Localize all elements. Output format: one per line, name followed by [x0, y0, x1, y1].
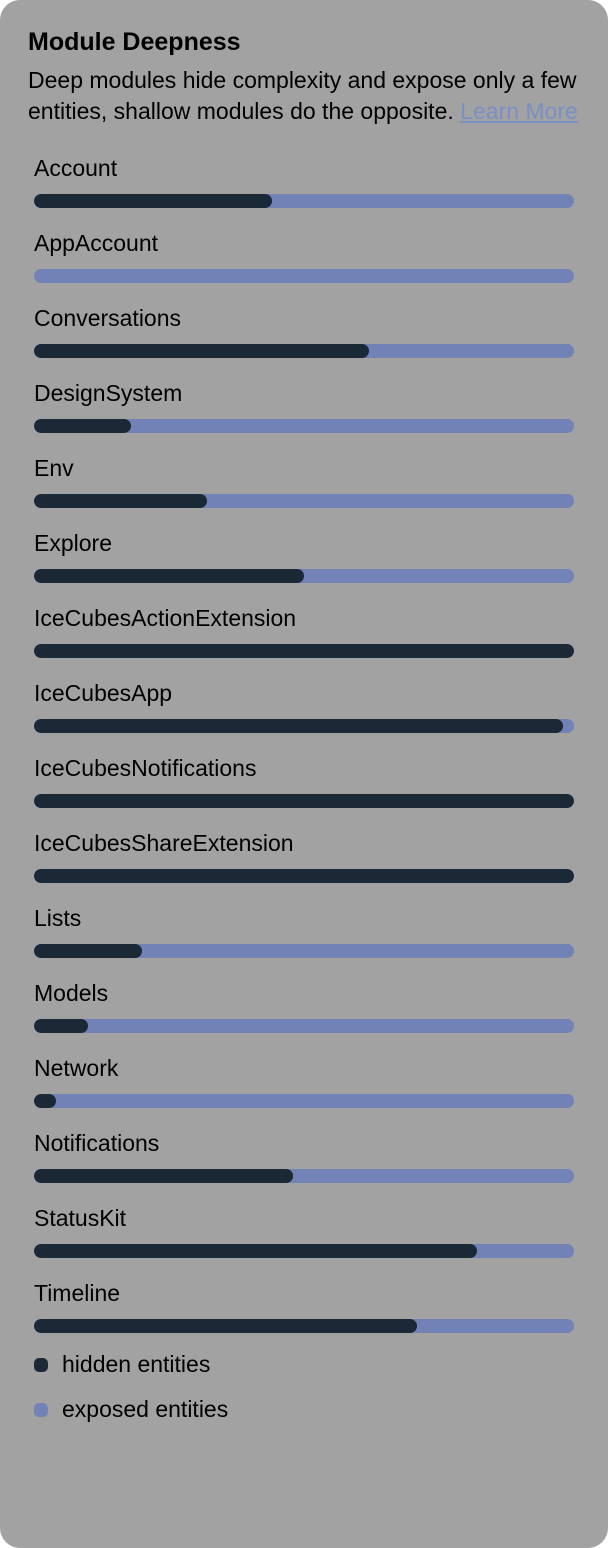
module-bar-hidden-fill — [34, 569, 304, 583]
module-bar-hidden-fill — [34, 644, 574, 658]
modules-list: Account AppAccount Conversations DesignSyst… — [28, 155, 580, 1333]
module-bar — [34, 194, 574, 208]
module-bar-hidden-fill — [34, 794, 574, 808]
module-bar-hidden-fill — [34, 1319, 417, 1333]
module-name: Network — [34, 1055, 574, 1082]
module-bar — [34, 869, 574, 883]
module-bar — [34, 344, 574, 358]
module-bar — [34, 944, 574, 958]
legend-swatch-hidden — [34, 1358, 48, 1372]
module-bar — [34, 794, 574, 808]
module-bar — [34, 644, 574, 658]
module-bar-hidden-fill — [34, 344, 369, 358]
module-name: Timeline — [34, 1280, 574, 1307]
legend-label-exposed: exposed entities — [62, 1396, 228, 1423]
module-item: IceCubesActionExtension — [34, 605, 574, 658]
learn-more-link[interactable]: Learn More — [460, 98, 578, 124]
card-description: Deep modules hide complexity and expose … — [28, 65, 580, 127]
module-item: Lists — [34, 905, 574, 958]
module-bar — [34, 1169, 574, 1183]
legend-swatch-exposed — [34, 1403, 48, 1417]
module-bar-hidden-fill — [34, 1094, 56, 1108]
module-item: Network — [34, 1055, 574, 1108]
module-item: StatusKit — [34, 1205, 574, 1258]
module-item: Notifications — [34, 1130, 574, 1183]
module-bar — [34, 1244, 574, 1258]
legend: hidden entities exposed entities — [28, 1351, 580, 1423]
module-item: Env — [34, 455, 574, 508]
legend-label-hidden: hidden entities — [62, 1351, 210, 1378]
module-bar — [34, 269, 574, 283]
module-bar-hidden-fill — [34, 869, 574, 883]
legend-item-hidden: hidden entities — [34, 1351, 580, 1378]
module-bar-hidden-fill — [34, 944, 142, 958]
module-bar — [34, 1094, 574, 1108]
module-item: IceCubesNotifications — [34, 755, 574, 808]
module-bar-hidden-fill — [34, 1169, 293, 1183]
module-name: IceCubesActionExtension — [34, 605, 574, 632]
module-bar-hidden-fill — [34, 194, 272, 208]
module-name: Lists — [34, 905, 574, 932]
module-bar — [34, 569, 574, 583]
module-bar-hidden-fill — [34, 419, 131, 433]
module-deepness-card: Module Deepness Deep modules hide comple… — [0, 0, 608, 1548]
module-name: Models — [34, 980, 574, 1007]
module-name: DesignSystem — [34, 380, 574, 407]
legend-item-exposed: exposed entities — [34, 1396, 580, 1423]
module-name: IceCubesShareExtension — [34, 830, 574, 857]
module-bar — [34, 419, 574, 433]
module-name: StatusKit — [34, 1205, 574, 1232]
module-item: Models — [34, 980, 574, 1033]
module-name: AppAccount — [34, 230, 574, 257]
module-bar — [34, 494, 574, 508]
module-item: Timeline — [34, 1280, 574, 1333]
module-bar — [34, 1019, 574, 1033]
module-name: Env — [34, 455, 574, 482]
card-title: Module Deepness — [28, 28, 580, 57]
module-item: DesignSystem — [34, 380, 574, 433]
module-bar-hidden-fill — [34, 719, 563, 733]
module-item: AppAccount — [34, 230, 574, 283]
module-bar — [34, 1319, 574, 1333]
module-item: Explore — [34, 530, 574, 583]
module-name: Explore — [34, 530, 574, 557]
module-bar — [34, 719, 574, 733]
module-name: Account — [34, 155, 574, 182]
module-name: Notifications — [34, 1130, 574, 1157]
module-name: IceCubesNotifications — [34, 755, 574, 782]
module-bar-hidden-fill — [34, 494, 207, 508]
module-name: IceCubesApp — [34, 680, 574, 707]
module-item: IceCubesShareExtension — [34, 830, 574, 883]
module-item: IceCubesApp — [34, 680, 574, 733]
module-item: Account — [34, 155, 574, 208]
module-item: Conversations — [34, 305, 574, 358]
module-bar-hidden-fill — [34, 1019, 88, 1033]
module-name: Conversations — [34, 305, 574, 332]
module-bar-hidden-fill — [34, 1244, 477, 1258]
